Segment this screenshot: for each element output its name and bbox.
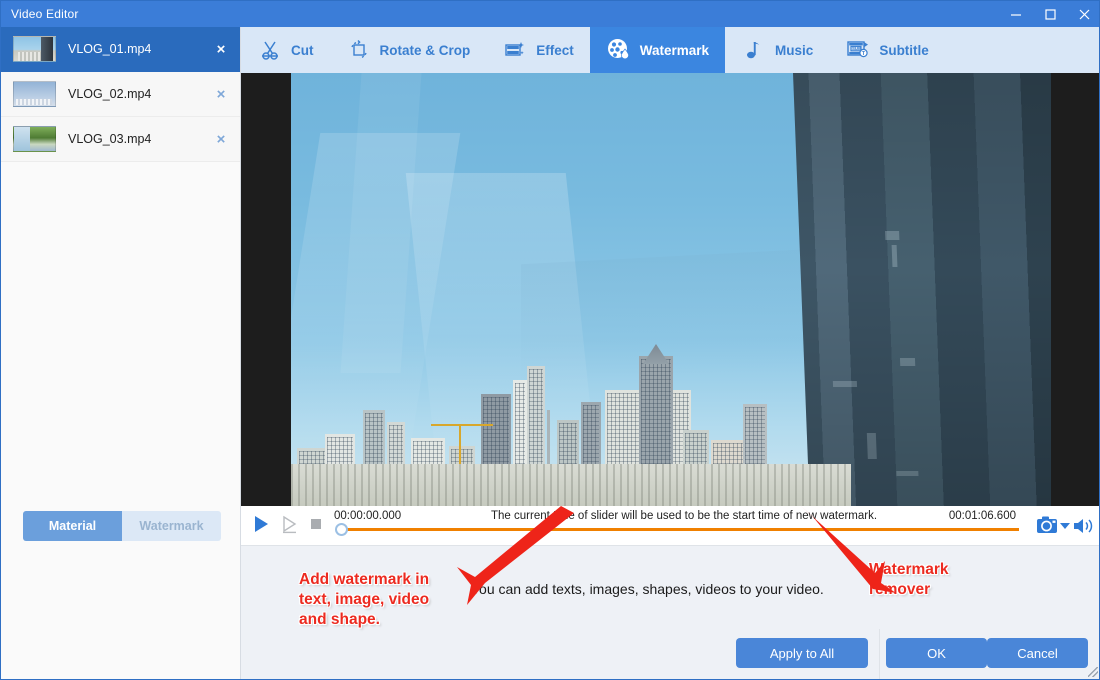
tab-material[interactable]: Material — [23, 511, 122, 541]
tab-label: Subtitle — [879, 42, 929, 58]
title-bar: Video Editor — [1, 1, 1099, 27]
tab-watermark-list[interactable]: Watermark — [122, 511, 221, 541]
tab-label: Effect — [536, 42, 574, 58]
seek-handle[interactable] — [335, 523, 348, 536]
close-icon[interactable]: × — [210, 128, 232, 150]
tab-label: Cut — [291, 42, 314, 58]
window-title: Video Editor — [11, 7, 79, 21]
minimize-icon[interactable] — [999, 1, 1033, 27]
film-sparkle-icon — [502, 37, 528, 63]
seek-track[interactable] — [341, 528, 1019, 531]
crop-rotate-icon — [346, 37, 372, 63]
tab-music[interactable]: Music — [725, 27, 829, 73]
tab-rotate-crop[interactable]: Rotate & Crop — [330, 27, 487, 73]
watermark-hint-text: The current time of slider will be used … — [491, 510, 878, 522]
svg-text:SUB: SUB — [852, 46, 861, 51]
resize-grip[interactable] — [1088, 667, 1098, 677]
ok-button[interactable]: OK — [886, 638, 987, 668]
construction-crane — [431, 424, 493, 468]
list-item[interactable]: VLOG_03.mp4 × — [1, 117, 240, 162]
clip-thumbnail — [13, 126, 56, 152]
subtitle-icon: SUB T — [845, 37, 871, 63]
clip-name: VLOG_03.mp4 — [68, 132, 152, 146]
tab-subtitle[interactable]: SUB T Subtitle — [829, 27, 945, 73]
window-controls — [999, 1, 1099, 27]
close-icon[interactable] — [1067, 1, 1099, 27]
clip-thumbnail — [13, 36, 56, 62]
close-icon[interactable]: × — [210, 38, 232, 60]
camera-icon[interactable] — [1037, 516, 1059, 540]
current-time-label: 00:00:00.000 — [334, 510, 402, 522]
stop-icon[interactable] — [309, 517, 323, 531]
clip-list-empty-area — [1, 162, 240, 462]
total-time-label: 00:01:06.600 — [948, 510, 1016, 522]
annotation-left: Add watermark in text, image, video and … — [299, 571, 430, 628]
playback-bar: 00:00:00.000 The current time of slider … — [241, 506, 1099, 546]
tab-label: Watermark — [639, 42, 710, 58]
watermark-droplet-icon — [606, 37, 632, 63]
transport-controls — [251, 514, 323, 534]
maximize-icon[interactable] — [1033, 1, 1067, 27]
music-note-icon — [741, 37, 767, 63]
video-frame — [291, 73, 1051, 506]
annotation-right: Watermark remover — [869, 561, 949, 598]
clip-thumbnail — [13, 81, 56, 107]
foreground-buildings — [291, 464, 851, 506]
tab-label: Rotate & Crop — [379, 42, 471, 58]
clip-name: VLOG_01.mp4 — [68, 42, 152, 56]
city-skyline — [291, 344, 851, 506]
button-separator — [879, 629, 880, 679]
video-preview[interactable]: ▼ T — [241, 73, 1099, 506]
play-icon[interactable] — [251, 514, 271, 534]
close-icon[interactable]: × — [210, 83, 232, 105]
caret-down-icon[interactable] — [1060, 523, 1070, 529]
clip-list-sidebar: VLOG_01.mp4 × VLOG_02.mp4 × VLOG_03.mp4 … — [1, 27, 241, 679]
tab-effect[interactable]: Effect — [486, 27, 590, 73]
material-watermark-tabs: Material Watermark — [23, 511, 221, 541]
dialog-button-bar: Apply to All OK Cancel — [1, 629, 1099, 679]
play-preview-icon[interactable] — [280, 514, 300, 534]
annotation-center: You can add texts, images, shapes, video… — [471, 581, 824, 597]
glass-tower — [793, 73, 1051, 506]
volume-icon[interactable] — [1073, 517, 1095, 540]
list-item[interactable]: VLOG_02.mp4 × — [1, 72, 240, 117]
tab-cut[interactable]: Cut — [241, 27, 330, 73]
list-item[interactable]: VLOG_01.mp4 × — [1, 27, 240, 72]
editor-tab-bar: Cut Rotate & Crop Effect Watermark Music… — [241, 27, 1099, 73]
tab-watermark[interactable]: Watermark — [589, 27, 726, 73]
scissors-icon — [257, 37, 283, 63]
video-editor-window: Video Editor VLOG_01.mp4 × VLOG_02.mp4 × — [0, 0, 1100, 680]
tab-label: Music — [775, 42, 814, 58]
cancel-button[interactable]: Cancel — [987, 638, 1088, 668]
clip-name: VLOG_02.mp4 — [68, 87, 152, 101]
apply-to-all-button[interactable]: Apply to All — [736, 638, 868, 668]
